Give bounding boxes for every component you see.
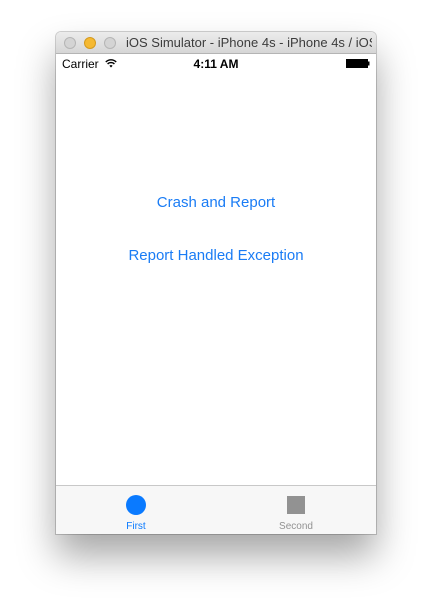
screen: iOS Simulator - iPhone 4s - iPhone 4s / … — [0, 0, 432, 614]
tab-first-label: First — [126, 521, 146, 532]
close-window-button[interactable] — [64, 37, 76, 49]
status-time: 4:11 AM — [193, 57, 239, 71]
report-handled-exception-button[interactable]: Report Handled Exception — [56, 247, 376, 265]
crash-and-report-button[interactable]: Crash and Report — [56, 194, 376, 212]
tab-first[interactable]: First — [56, 486, 216, 534]
minimize-window-button[interactable] — [84, 37, 96, 49]
simulator-window: iOS Simulator - iPhone 4s - iPhone 4s / … — [56, 32, 376, 534]
tab-second-label: Second — [279, 521, 313, 532]
battery-icon — [346, 59, 370, 68]
main-content: Crash and Report Report Handled Exceptio… — [56, 74, 376, 485]
zoom-window-button[interactable] — [104, 37, 116, 49]
tab-bar: First Second — [56, 485, 376, 534]
window-titlebar[interactable]: iOS Simulator - iPhone 4s - iPhone 4s / … — [56, 32, 376, 54]
ios-status-bar: Carrier 4:11 AM — [56, 54, 376, 74]
circle-icon — [126, 495, 146, 515]
square-icon — [287, 496, 305, 514]
window-title: iOS Simulator - iPhone 4s - iPhone 4s / … — [126, 35, 372, 50]
tab-second[interactable]: Second — [216, 486, 376, 534]
